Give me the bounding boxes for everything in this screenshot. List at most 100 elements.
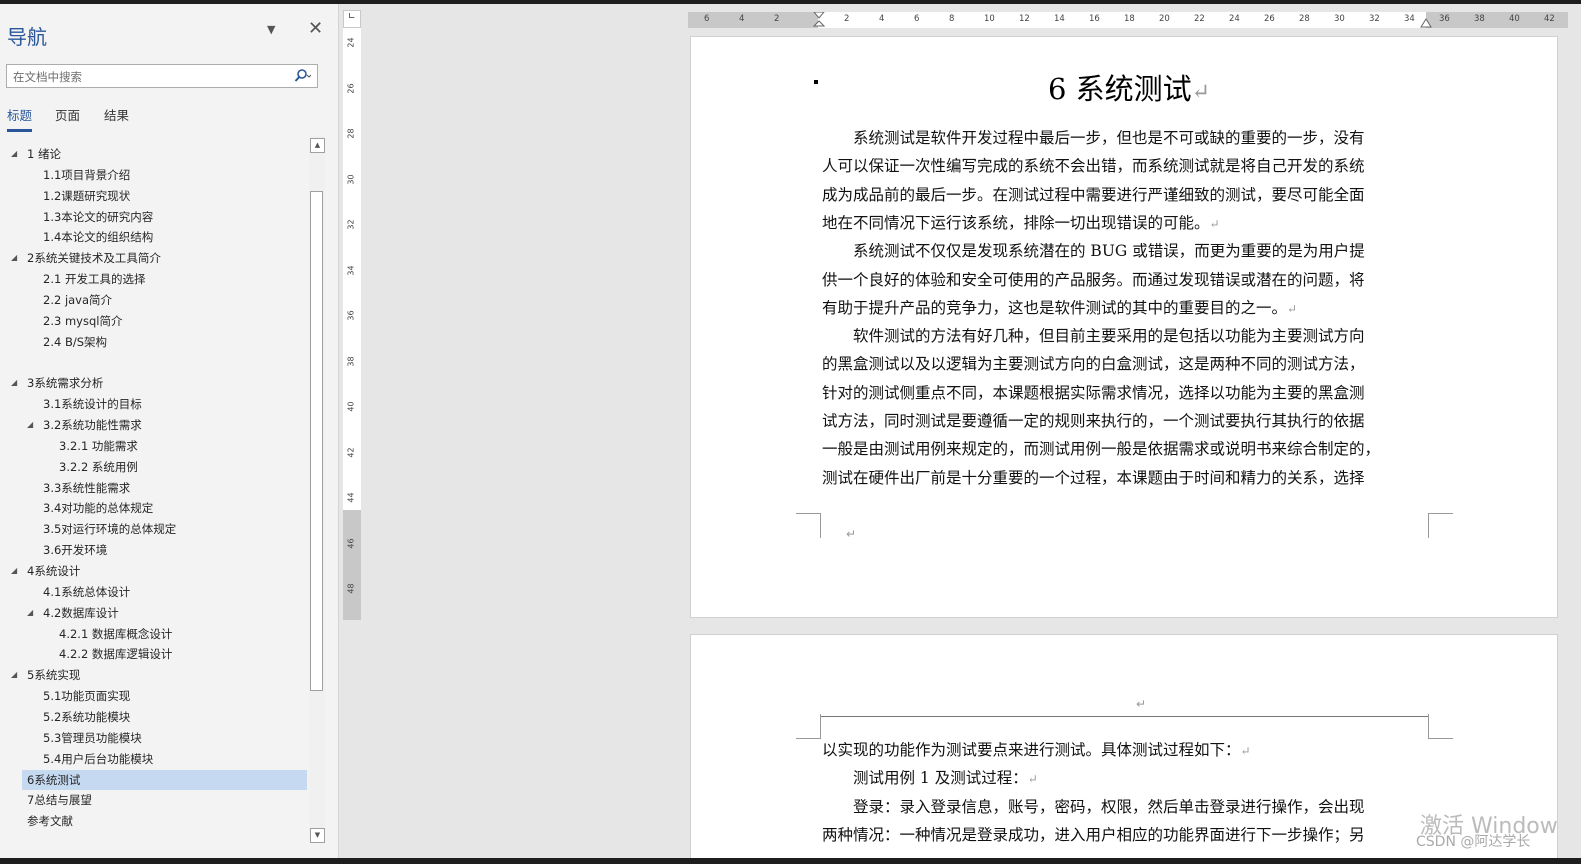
tab-results[interactable]: 结果	[104, 105, 129, 124]
document-text-line[interactable]: 成为成品前的最后一步。在测试过程中需要进行严谨细致的测试，要尽可能全面	[822, 181, 1442, 209]
horizontal-ruler[interactable]: 6 4 2 2 4 6 8 10 12 14 16 18 20 22 24 26 28 30 32 34 36 38 40 4…	[688, 12, 1568, 28]
paragraph-mark: ↵	[1209, 216, 1220, 231]
heading-item[interactable]: 3.4对功能的总体规定	[0, 498, 305, 518]
section-heading[interactable]: 6 系统测试↵	[1048, 66, 1210, 108]
document-text-line[interactable]: 测试在硬件出厂前是十分重要的一个过程，本课题由于时间和精力的关系，选择	[822, 464, 1442, 492]
tab-selector-icon[interactable]: ∟	[343, 10, 361, 28]
heading-item[interactable]: 3.2.1 功能需求	[0, 436, 305, 456]
heading-item[interactable]: 1.1项目背景介绍	[0, 165, 305, 185]
ruler-tick-label: 14	[1054, 14, 1065, 24]
ruler-tick-label: 34	[1404, 14, 1415, 24]
crop-mark	[796, 513, 821, 538]
collapse-caret-icon[interactable]: ◢	[11, 561, 17, 581]
scroll-down-icon[interactable]: ▼	[310, 828, 325, 843]
right-indent-marker-icon[interactable]	[1420, 18, 1432, 28]
heading-item[interactable]: 1.2课题研究现状	[0, 186, 305, 206]
nav-scrollbar[interactable]: ▲ ▼	[309, 136, 325, 843]
document-text-line[interactable]: 供一个良好的体验和安全可使用的产品服务。而通过发现错误或潜在的问题，将	[822, 266, 1442, 294]
heading-item-label: 7总结与展望	[27, 793, 92, 808]
heading-item[interactable]: ◢ 4.2数据库设计	[0, 603, 305, 623]
heading-item[interactable]: ◢ 4系统设计	[0, 561, 305, 581]
document-text-line[interactable]: 系统测试不仅仅是发现系统潜在的 BUG 或错误，而更为重要的是为用户提	[822, 237, 1442, 265]
heading-item[interactable]: ◢ 5系统实现	[0, 665, 305, 685]
heading-item[interactable]: 5.1功能页面实现	[0, 686, 305, 706]
heading-item[interactable]: 3.5对运行环境的总体规定	[0, 519, 305, 539]
heading-item-label: 1 绪论	[27, 147, 61, 161]
heading-item-label: 5系统实现	[27, 668, 81, 683]
heading-item[interactable]: 参考文献	[0, 811, 305, 831]
heading-item-label: 4.2.2 数据库逻辑设计	[59, 647, 173, 662]
search-input[interactable]: 在文档中搜索	[6, 64, 318, 88]
heading-item[interactable]: 5.4用户后台功能模块	[0, 749, 305, 769]
document-text-line[interactable]: 软件测试的方法有好几种，但目前主要采用的是包括以功能为主要测试方向	[822, 322, 1442, 350]
heading-item-label: 3.2系统功能性需求	[43, 418, 142, 433]
tab-pages[interactable]: 页面	[55, 105, 80, 124]
heading-item-label: 3系统需求分析	[27, 376, 104, 391]
header-paragraph-mark: ↵	[1136, 697, 1147, 711]
document-text-line[interactable]: 系统测试是软件开发过程中最后一步，但也是不可或缺的重要的一步，没有	[822, 124, 1442, 152]
heading-item[interactable]: 4.2.2 数据库逻辑设计	[0, 644, 305, 664]
document-text-line[interactable]: 有助于提升产品的竞争力，这也是软件测试的其中的重要目的之一。↵	[822, 294, 1442, 323]
collapse-caret-icon[interactable]: ◢	[27, 603, 33, 623]
heading-item[interactable]: 3.2.2 系统用例	[0, 457, 305, 477]
heading-item[interactable]: 1.3本论文的研究内容	[0, 207, 305, 227]
ruler-tick-label: 34	[346, 264, 356, 276]
heading-item[interactable]: 5.2系统功能模块	[0, 707, 305, 727]
crop-mark	[796, 714, 821, 739]
search-icon[interactable]	[293, 68, 311, 84]
vertical-ruler[interactable]: ∟ 24 26 28 30 32 34 36 38 40 42 44 46 48	[343, 10, 361, 620]
heading-item[interactable]: 3.3系统性能需求	[0, 478, 305, 498]
heading-item[interactable]: 4.1系统总体设计	[0, 582, 305, 602]
heading-item[interactable]: 3.6开发环境	[0, 540, 305, 560]
ruler-tick-label: 6	[914, 14, 920, 24]
heading-item-label: 3.3系统性能需求	[43, 480, 131, 495]
document-text-line[interactable]: 登录：录入登录信息，账号，密码，权限，然后单击登录进行操作，会出现	[822, 793, 1442, 821]
document-text-line[interactable]: 测试用例 1 及测试过程：↵	[822, 764, 1442, 793]
document-text-line[interactable]: 试方法，同时测试是要遵循一定的规则来执行的，一个测试要执行其执行的依据	[822, 407, 1442, 435]
document-text-line[interactable]: 的黑盒测试以及以逻辑为主要测试方向的白盒测试，这是两种不同的测试方法，	[822, 350, 1442, 378]
indent-marker-icon[interactable]	[813, 12, 825, 28]
heading-item[interactable]: 4.2.1 数据库概念设计	[0, 624, 305, 644]
ruler-tick-label: 4	[739, 14, 745, 24]
heading-item[interactable]: 3.1系统设计的目标	[0, 394, 305, 414]
document-text-line[interactable]: 地在不同情况下运行该系统，排除一切出现错误的可能。↵	[822, 209, 1442, 238]
heading-item[interactable]: 5.3管理员功能模块	[0, 728, 305, 748]
scroll-up-icon[interactable]: ▲	[310, 138, 325, 153]
ruler-tick-label: 36	[1439, 14, 1450, 24]
heading-item[interactable]: 7总结与展望	[0, 790, 305, 810]
heading-item-label: 4.1系统总体设计	[43, 584, 131, 599]
heading-item[interactable]: ◢ 1 绪论	[0, 144, 305, 164]
heading-item[interactable]: ◢ 3.2系统功能性需求	[0, 415, 305, 435]
collapse-caret-icon[interactable]: ◢	[11, 665, 17, 685]
collapse-caret-icon[interactable]: ◢	[11, 144, 17, 164]
ruler-tick-label: 48	[346, 583, 356, 594]
document-text-line[interactable]: 以实现的功能作为测试要点来进行测试。具体测试过程如下：↵	[822, 736, 1442, 765]
nav-options-chevron-down-icon[interactable]: ▼	[267, 23, 275, 36]
document-text-line[interactable]: 针对的测试侧重点不同，本课题根据实际需求情况，选择以功能为主要的黑盒测	[822, 379, 1442, 407]
heading-item[interactable]: 2.4 B/S架构	[0, 332, 305, 352]
ruler-tick-label: 36	[346, 310, 356, 321]
heading-item[interactable]: 2.1 开发工具的选择	[0, 269, 305, 289]
heading-item[interactable]: 2.3 mysql简介	[0, 311, 305, 331]
ruler-tick-label: 40	[346, 401, 356, 412]
heading-item[interactable]: 1.4本论文的组织结构	[0, 227, 305, 247]
heading-item[interactable]: ◢ 2系统关键技术及工具简介	[0, 248, 305, 268]
ruler-tick-label: 38	[346, 355, 356, 367]
document-text-line[interactable]: 两种情况：一种情况是登录成功，进入用户相应的功能界面进行下一步操作；另	[822, 821, 1442, 849]
ruler-tick-label: 22	[1194, 14, 1205, 24]
ruler-tick-label: 16	[1089, 14, 1100, 24]
heading-item[interactable]: ◢ 3系统需求分析	[0, 373, 305, 393]
search-placeholder: 在文档中搜索	[13, 70, 82, 84]
collapse-caret-icon[interactable]: ◢	[11, 248, 17, 268]
ruler-tick-label: 38	[1474, 14, 1485, 24]
scrollbar-thumb[interactable]	[310, 191, 323, 691]
close-icon[interactable]: ✕	[308, 18, 323, 39]
heading-item[interactable]: 6系统测试	[22, 769, 307, 790]
collapse-caret-icon[interactable]: ◢	[27, 415, 33, 435]
tab-headings[interactable]: 标题	[7, 105, 32, 124]
ruler-tick-label: 26	[1264, 14, 1275, 24]
document-text-line[interactable]: 人可以保证一次性编写完成的系统不会出错，而系统测试就是将自己开发的系统	[822, 152, 1442, 180]
document-text-line[interactable]: 一般是由测试用例来规定的，而测试用例一般是依据需求或说明书来综合制定的，	[822, 435, 1442, 463]
heading-item[interactable]: 2.2 java简介	[0, 290, 305, 310]
collapse-caret-icon[interactable]: ◢	[11, 373, 17, 393]
